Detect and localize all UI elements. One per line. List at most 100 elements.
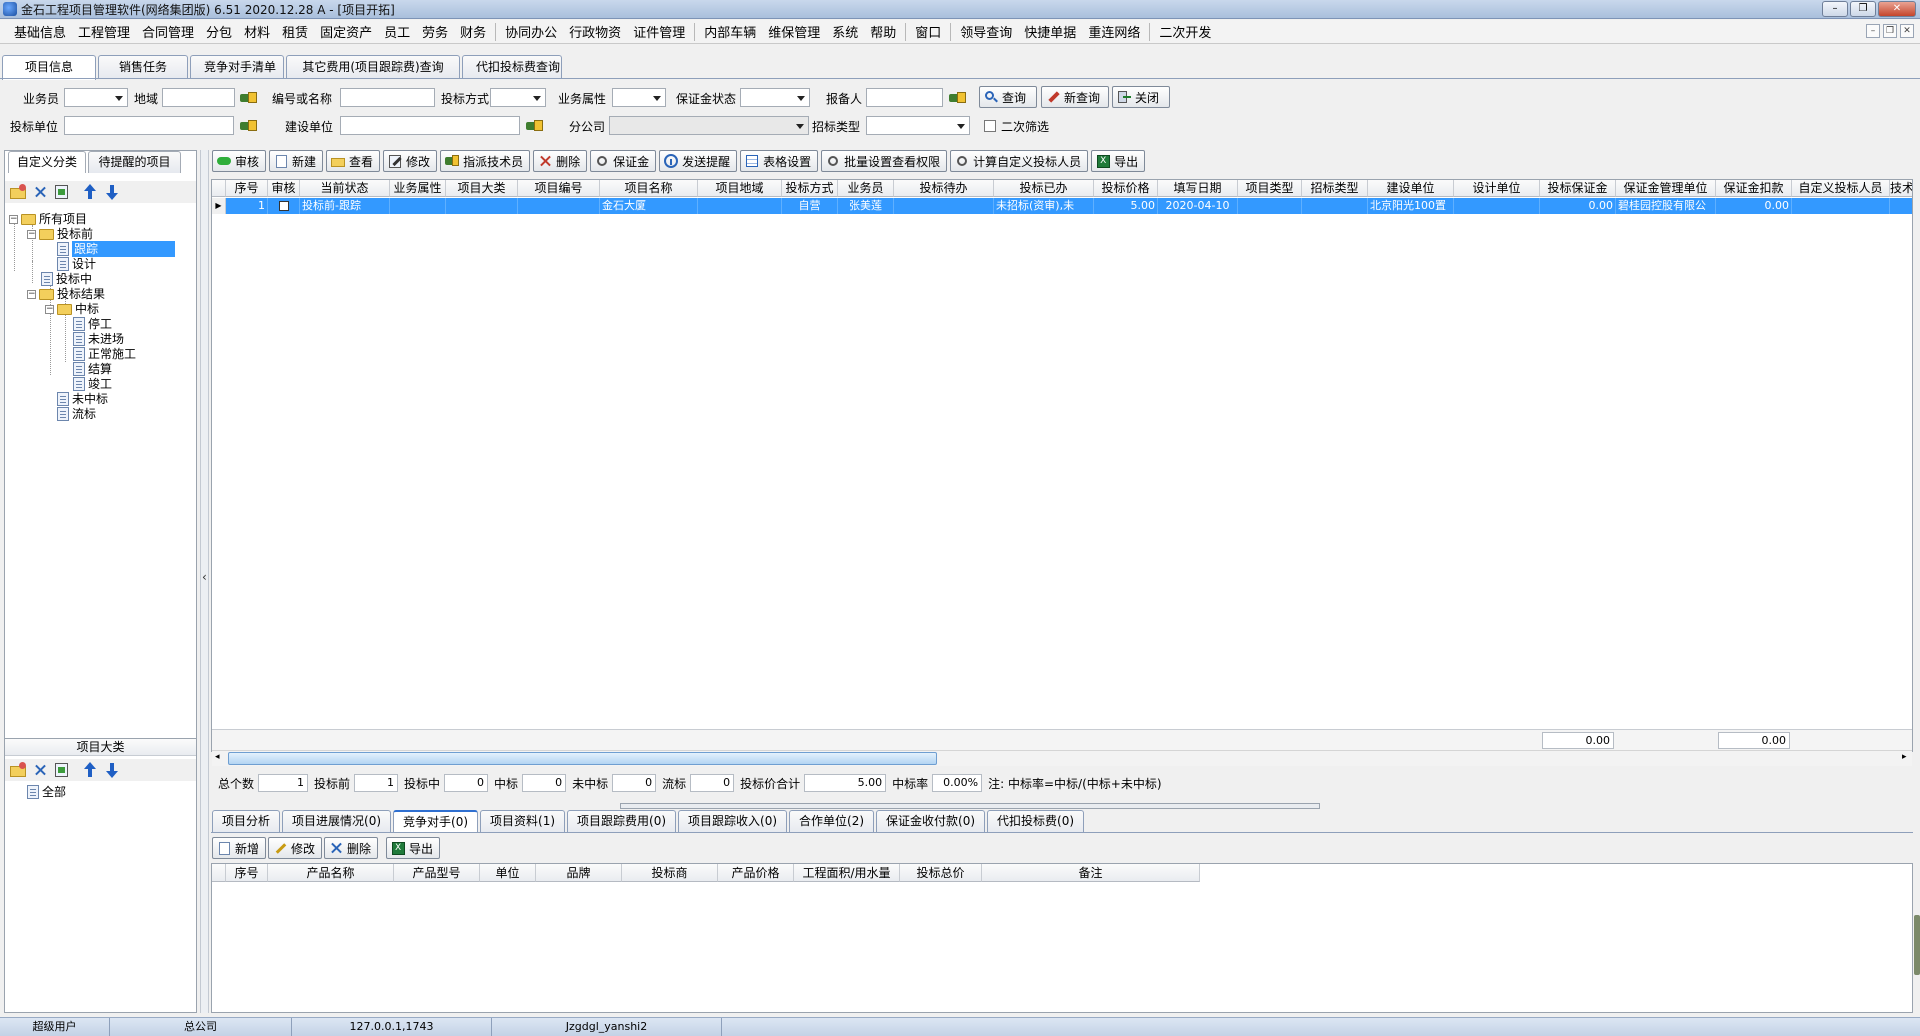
edit-button[interactable]: 修改: [383, 150, 438, 172]
table-cell[interactable]: [446, 198, 518, 214]
tree-node-settled[interactable]: 结算: [73, 361, 112, 377]
menu-labor[interactable]: 劳务: [416, 22, 454, 41]
column-header[interactable]: 技术: [1890, 180, 1912, 197]
table-cell[interactable]: [518, 198, 600, 214]
column-header[interactable]: 序号: [226, 180, 268, 197]
column-header[interactable]: 项目类型: [1238, 180, 1302, 197]
table-cell[interactable]: 投标前-跟踪: [300, 198, 390, 214]
menu-basic-info[interactable]: 基础信息: [8, 22, 72, 41]
table-cell[interactable]: 5.00: [1094, 198, 1158, 214]
tree-node-normal[interactable]: 正常施工: [73, 346, 136, 362]
tab-partners[interactable]: 合作单位(2): [789, 810, 875, 833]
code-or-name-input[interactable]: [340, 88, 435, 107]
menu-staff[interactable]: 员工: [378, 22, 416, 41]
reporter-input[interactable]: [866, 88, 943, 107]
column-header[interactable]: 投标待办: [894, 180, 994, 197]
table-cell[interactable]: [1302, 198, 1368, 214]
horizontal-scrollbar[interactable]: ◂ ▸: [212, 750, 1912, 766]
column-header[interactable]: 当前状态: [300, 180, 390, 197]
delete-button[interactable]: 删除: [324, 837, 379, 859]
table-settings-button[interactable]: 表格设置: [740, 150, 819, 172]
table-cell[interactable]: 1: [226, 198, 268, 214]
scroll-right-icon[interactable]: ▸: [1902, 752, 1907, 762]
table-cell[interactable]: [1890, 198, 1912, 214]
tab-reminder-projects[interactable]: 待提醒的项目: [88, 151, 181, 173]
deposit-button[interactable]: 保证金: [590, 150, 657, 172]
tree-node-all-projects[interactable]: − 所有项目: [9, 211, 87, 227]
branch-select[interactable]: [609, 116, 809, 135]
add-button[interactable]: 新增: [212, 837, 267, 859]
table-cell[interactable]: 未招标(资审),未: [994, 198, 1094, 214]
menu-contract[interactable]: 合同管理: [136, 22, 200, 41]
column-header[interactable]: 保证金管理单位: [1616, 180, 1716, 197]
move-up-icon[interactable]: [81, 183, 99, 201]
open-folder-icon[interactable]: [9, 183, 27, 201]
tree-node-aborted[interactable]: 流标: [57, 406, 96, 422]
column-header[interactable]: 业务属性: [390, 180, 446, 197]
column-header[interactable]: 工程面积/用水量: [794, 864, 900, 882]
delete-icon[interactable]: [31, 183, 49, 201]
new-button[interactable]: 新建: [269, 150, 324, 172]
move-down-icon[interactable]: [103, 183, 121, 201]
table-cell[interactable]: [894, 198, 994, 214]
tree-node-won[interactable]: − 中标: [45, 301, 99, 317]
menu-leader-query[interactable]: 领导查询: [954, 22, 1018, 41]
menu-office[interactable]: 协同办公: [499, 22, 563, 41]
side-scroll-handle[interactable]: [1914, 915, 1920, 975]
delete-button[interactable]: 删除: [533, 150, 588, 172]
column-header[interactable]: 投标商: [622, 864, 718, 882]
tab-tracking-income[interactable]: 项目跟踪收入(0): [678, 810, 788, 833]
menu-help[interactable]: 帮助: [864, 22, 902, 41]
tree-node-not-entered[interactable]: 未进场: [73, 331, 124, 347]
table-cell[interactable]: 0.00: [1716, 198, 1792, 214]
bid-unit-picker-icon[interactable]: [240, 119, 258, 133]
tab-competitors[interactable]: 竞争对手(0): [393, 810, 479, 833]
table-cell[interactable]: 0.00: [1540, 198, 1616, 214]
column-header[interactable]: 投标价格: [1094, 180, 1158, 197]
table-cell[interactable]: 自营: [782, 198, 838, 214]
scroll-left-icon[interactable]: ◂: [215, 752, 220, 762]
menu-engineering[interactable]: 工程管理: [72, 22, 136, 41]
reporter-picker-icon[interactable]: [949, 91, 967, 105]
properties-icon[interactable]: [53, 183, 71, 201]
minimize-button[interactable]: –: [1822, 1, 1848, 17]
menu-window[interactable]: 窗口: [909, 22, 947, 41]
calc-custom-bidders-button[interactable]: 计算自定义投标人员: [950, 150, 1089, 172]
mdi-minimize-button[interactable]: –: [1866, 24, 1880, 38]
tab-custom-category[interactable]: 自定义分类: [8, 151, 86, 173]
properties-icon[interactable]: [53, 761, 71, 779]
delete-icon[interactable]: [31, 761, 49, 779]
menu-material[interactable]: 材料: [238, 22, 276, 41]
column-header[interactable]: 品牌: [536, 864, 622, 882]
table-cell[interactable]: [1454, 198, 1540, 214]
table-cell[interactable]: 张美莲: [838, 198, 894, 214]
mdi-restore-button[interactable]: ❐: [1883, 24, 1897, 38]
close-button[interactable]: 关闭: [1112, 86, 1170, 108]
table-cell[interactable]: 碧桂园控股有限公: [1616, 198, 1716, 214]
tab-deposit-payments[interactable]: 保证金收付款(0): [876, 810, 986, 833]
column-header[interactable]: 备注: [982, 864, 1200, 882]
export-button[interactable]: X 导出: [1091, 150, 1146, 172]
column-header[interactable]: 项目大类: [446, 180, 518, 197]
tree-node-lost[interactable]: 未中标: [57, 391, 108, 407]
tree-node-completed[interactable]: 竣工: [73, 376, 112, 392]
region-input[interactable]: [162, 88, 235, 107]
tab-withheld-fees[interactable]: 代扣投标费(0): [987, 810, 1085, 833]
column-header[interactable]: 建设单位: [1368, 180, 1454, 197]
menu-fixed-assets[interactable]: 固定资产: [314, 22, 378, 41]
column-header[interactable]: 投标保证金: [1540, 180, 1616, 197]
table-cell[interactable]: 2020-04-10: [1158, 198, 1238, 214]
table-cell[interactable]: [698, 198, 782, 214]
edit-button[interactable]: 修改: [268, 837, 323, 859]
close-window-button[interactable]: ✕: [1878, 1, 1916, 17]
tree-node-design[interactable]: 设计: [57, 256, 96, 272]
column-header[interactable]: 项目地域: [698, 180, 782, 197]
column-header[interactable]: 自定义投标人员: [1792, 180, 1890, 197]
query-button[interactable]: 查询: [979, 86, 1037, 108]
export-button[interactable]: X 导出: [386, 837, 441, 859]
tab-project-docs[interactable]: 项目资料(1): [480, 810, 566, 833]
move-up-icon[interactable]: [81, 761, 99, 779]
tab-other-expenses[interactable]: 其它费用(项目跟踪费)查询: [286, 55, 460, 79]
tree-node-tracking[interactable]: 跟踪: [57, 241, 175, 257]
salesman-select[interactable]: [64, 88, 128, 107]
